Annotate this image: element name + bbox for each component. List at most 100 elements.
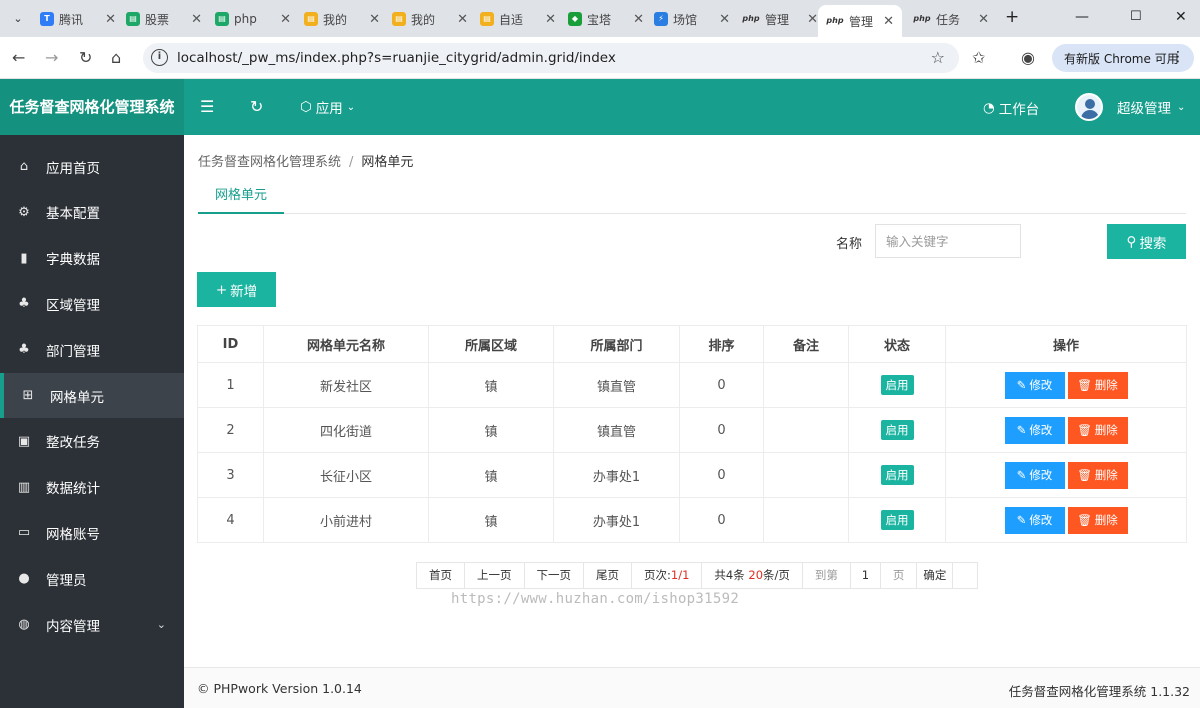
- tab-close-icon[interactable]: ✕: [369, 12, 380, 27]
- breadcrumb-root[interactable]: 任务督查网格化管理系统: [198, 155, 341, 170]
- table-row: 1 新发社区镇镇直管 0 启用 ✎ 修改 🗑 删除: [197, 362, 1187, 408]
- browser-tab[interactable]: ◆ 宝塔 ✕: [568, 8, 644, 30]
- sidebar-item-label: 字典数据: [46, 252, 100, 269]
- region-icon: ♣: [18, 296, 30, 312]
- profile-icon[interactable]: ◉: [1021, 48, 1035, 68]
- pager-confirm-button[interactable]: 确定: [917, 563, 954, 588]
- pager-last[interactable]: 尾页: [584, 563, 632, 588]
- sidebar-item-dictionary[interactable]: ▮ 字典数据: [0, 236, 184, 281]
- chrome-update-button[interactable]: 有新版 Chrome 可用 ⋮: [1052, 44, 1194, 72]
- chevron-down-icon: ⌄: [346, 101, 356, 113]
- search-icon: ⚲: [1126, 233, 1137, 250]
- tab-favicon-icon: ▤: [304, 12, 318, 26]
- browser-tab[interactable]: ▤ 股票 ✕: [126, 8, 202, 30]
- tab-close-icon[interactable]: ✕: [719, 12, 730, 27]
- tab-close-icon[interactable]: ✕: [280, 12, 291, 27]
- tab-favicon-icon: ▤: [215, 12, 229, 26]
- pager-next[interactable]: 下一页: [525, 563, 584, 588]
- pencil-icon: ✎: [1016, 378, 1027, 392]
- tab-close-icon[interactable]: ✕: [545, 12, 556, 27]
- sidebar-item-home[interactable]: ⌂ 应用首页: [0, 144, 184, 189]
- cell-region: 镇: [428, 452, 554, 498]
- browser-tab[interactable]: php 任务 ✕: [913, 8, 989, 30]
- sidebar-item-department[interactable]: ♣ 部门管理: [0, 327, 184, 372]
- tab-close-icon[interactable]: ✕: [883, 14, 894, 29]
- tab-close-icon[interactable]: ✕: [105, 12, 116, 27]
- pager-prev[interactable]: 上一页: [465, 563, 525, 588]
- browser-tab[interactable]: ▤ 我的 ✕: [392, 8, 468, 30]
- dashboard-icon: ◔: [983, 100, 995, 116]
- delete-button[interactable]: 🗑 删除: [1067, 461, 1128, 489]
- table-row: 3 长征小区镇办事处1 0 启用 ✎ 修改 🗑 删除: [197, 452, 1187, 498]
- trash-icon: 🗑: [1077, 468, 1092, 482]
- tab-title: 腾讯: [59, 12, 84, 27]
- sidebar-item-label: 区域管理: [46, 297, 100, 314]
- home-icon[interactable]: ⌂: [111, 48, 121, 68]
- minimize-icon[interactable]: —: [1075, 9, 1089, 25]
- browser-tab[interactable]: ▤ php ✕: [215, 8, 291, 30]
- menu-toggle-icon[interactable]: ☰: [200, 97, 214, 117]
- search-button[interactable]: ⚲ 搜索: [1107, 224, 1186, 259]
- status-badge[interactable]: 启用: [880, 465, 914, 485]
- sidebar-item-content[interactable]: ◍ 内容管理 ⌄: [0, 602, 184, 647]
- add-button[interactable]: + 新增: [197, 272, 276, 307]
- cell-remark: [763, 452, 849, 498]
- delete-button[interactable]: 🗑 删除: [1067, 416, 1128, 444]
- pager-goto-input[interactable]: 1: [851, 563, 881, 588]
- bookmark-star-icon[interactable]: ☆: [931, 48, 945, 67]
- refresh-icon[interactable]: ↻: [250, 97, 263, 117]
- add-button-label: 新增: [230, 283, 258, 300]
- back-icon[interactable]: ←: [12, 48, 25, 68]
- url-text[interactable]: localhost/_pw_ms/index.php?s=ruanjie_cit…: [177, 50, 616, 66]
- tab-grid-unit[interactable]: 网格单元: [198, 182, 284, 214]
- workbench-link[interactable]: ◔ 工作台: [983, 98, 1039, 118]
- browser-tab[interactable]: php 管理 ✕: [818, 5, 902, 37]
- apps-menu[interactable]: ⬡ 应用 ⌄: [300, 97, 355, 117]
- tab-search-chevron-icon[interactable]: ⌄: [8, 9, 28, 29]
- close-window-icon[interactable]: ✕: [1175, 9, 1187, 25]
- delete-button[interactable]: 🗑 删除: [1067, 506, 1128, 534]
- more-menu-icon[interactable]: ⋮: [1171, 49, 1185, 65]
- browser-tab[interactable]: ▤ 自适 ✕: [480, 8, 556, 30]
- grid-unit-table: ID 网格单元名称 所属区域 所属部门 排序 备注 状态 操作 1 新发社区镇镇直管 0 启用 ✎ 修改…: [197, 325, 1187, 543]
- sidebar-item-statistics[interactable]: ▥ 数据统计: [0, 465, 184, 510]
- user-menu[interactable]: 超级管理 ⌄: [1075, 93, 1185, 121]
- trash-icon: 🗑: [1077, 378, 1092, 392]
- reload-icon[interactable]: ↻: [79, 48, 92, 68]
- forward-icon[interactable]: →: [45, 48, 58, 68]
- browser-tab[interactable]: T 腾讯 ✕: [40, 8, 116, 30]
- pager-first[interactable]: 首页: [417, 563, 465, 588]
- status-badge[interactable]: 启用: [880, 420, 914, 440]
- edit-button[interactable]: ✎ 修改: [1004, 371, 1065, 399]
- tab-close-icon[interactable]: ✕: [191, 12, 202, 27]
- status-badge[interactable]: 启用: [880, 375, 914, 395]
- tab-close-icon[interactable]: ✕: [978, 12, 989, 27]
- browser-tab[interactable]: ⚡ 场馆 ✕: [654, 8, 730, 30]
- chrome-update-label: 有新版 Chrome 可用: [1064, 51, 1179, 66]
- cell-status: 启用: [848, 407, 946, 453]
- breadcrumb-separator: /: [349, 155, 354, 170]
- edit-button[interactable]: ✎ 修改: [1004, 506, 1065, 534]
- browser-tab[interactable]: ▤ 我的 ✕: [304, 8, 380, 30]
- favorites-icon[interactable]: ✩: [972, 48, 985, 68]
- tab-close-icon[interactable]: ✕: [807, 12, 818, 27]
- tab-close-icon[interactable]: ✕: [457, 12, 468, 27]
- sidebar-item-grid-account[interactable]: ▭ 网格账号: [0, 510, 184, 555]
- site-info-icon[interactable]: i: [151, 49, 168, 66]
- edit-button[interactable]: ✎ 修改: [1004, 416, 1065, 444]
- sidebar-item-rectify-task[interactable]: ▣ 整改任务: [0, 419, 184, 464]
- search-input[interactable]: [875, 224, 1021, 258]
- tab-close-icon[interactable]: ✕: [633, 12, 644, 27]
- omnibox[interactable]: i localhost/_pw_ms/index.php?s=ruanjie_c…: [143, 43, 959, 73]
- sidebar-item-config[interactable]: ⚙ 基本配置: [0, 190, 184, 235]
- browser-tab[interactable]: php 管理 ✕: [742, 8, 818, 30]
- delete-button[interactable]: 🗑 删除: [1067, 371, 1128, 399]
- new-tab-icon[interactable]: +: [1005, 7, 1019, 27]
- edit-button[interactable]: ✎ 修改: [1004, 461, 1065, 489]
- maximize-icon[interactable]: ☐: [1130, 9, 1142, 24]
- sidebar-item-region[interactable]: ♣ 区域管理: [0, 281, 184, 326]
- sidebar-item-admin[interactable]: ● 管理员: [0, 556, 184, 601]
- sidebar-item-grid-unit[interactable]: ⊞ 网格单元: [0, 373, 184, 418]
- cell-id: 1: [197, 362, 264, 408]
- status-badge[interactable]: 启用: [880, 510, 914, 530]
